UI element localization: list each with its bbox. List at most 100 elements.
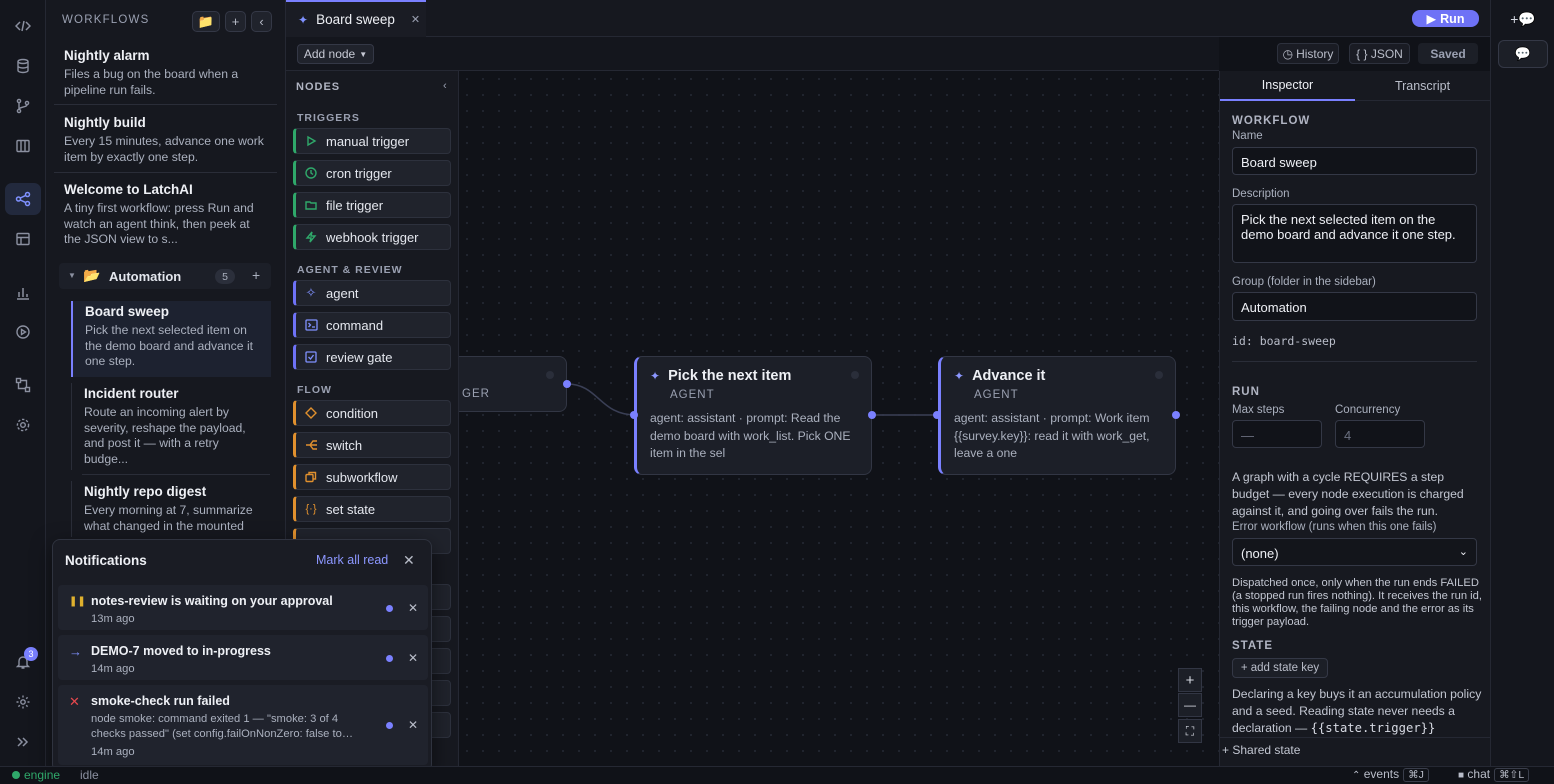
board-icon[interactable] [5,130,41,162]
notification-title: notes-review is waiting on your approval [91,594,333,608]
palette-command[interactable]: command [293,312,451,338]
palette-label: switch [326,437,363,453]
palette-label: set state [326,501,376,517]
fit-view-button[interactable]: ⛶ [1178,719,1202,743]
dismiss-icon[interactable]: ✕ [408,651,418,665]
tab-board-sweep[interactable]: ✦ Board sweep ✕ [286,0,426,37]
graph-node-trigger[interactable]: GER [459,356,567,412]
palette-subworkflow[interactable]: subworkflow [293,464,451,490]
run-caption: RUN [1232,386,1260,398]
chevron-left-icon: ‹ [259,14,264,29]
folder-automation[interactable]: ▼ 📂 Automation 5 + [59,263,271,289]
palette-webhook-trigger[interactable]: webhook trigger [293,224,451,250]
folder-icon [296,199,326,211]
notification-item[interactable]: ✕ smoke-check run failed node smoke: com… [58,685,428,765]
section-flow: FLOW [297,384,332,396]
input-port[interactable] [630,411,638,419]
workflow-item[interactable]: Nightly build Every 15 minutes, advance … [54,111,277,169]
pipeline-icon[interactable] [5,369,41,401]
input-port[interactable] [933,411,941,419]
layout-icon[interactable] [5,223,41,255]
description-textarea[interactable]: Pick the next selected item on the demo … [1232,204,1477,263]
add-node-button[interactable]: Add node ▼ [297,44,374,64]
dismiss-icon[interactable]: ✕ [408,718,418,732]
workflow-item[interactable]: Nightly repo digest Every morning at 7, … [71,481,271,537]
chat-icon: 💬 [1514,46,1532,61]
code-icon[interactable] [5,10,41,42]
tab-inspector[interactable]: Inspector [1220,71,1355,101]
close-icon[interactable]: ✕ [403,552,415,569]
database-icon[interactable] [5,50,41,82]
tab-label: Board sweep [316,12,395,27]
chat-toggle[interactable]: ■ chat ⌘⇧L [1458,767,1530,782]
json-button[interactable]: { } JSON [1349,43,1410,64]
output-port[interactable] [563,380,571,388]
graph-node-pick-next-item[interactable]: ✦ Pick the next item AGENT agent: assista… [634,356,872,475]
state-caption: STATE [1232,640,1273,652]
workflow-item[interactable]: Nightly alarm Files a bug on the board w… [54,44,277,102]
chart-icon[interactable] [5,277,41,309]
palette-label: file trigger [326,197,384,213]
palette-review-gate[interactable]: review gate [293,344,451,370]
chat-button[interactable]: 💬 [1498,40,1548,68]
workflow-item[interactable]: Incident router Route an incoming alert … [71,383,271,470]
workflow-item[interactable]: Welcome to LatchAI A tiny first workflow… [54,178,277,252]
notification-item[interactable]: ❚❚ notes-review is waiting on your appro… [58,585,428,630]
palette-file-trigger[interactable]: file trigger [293,192,451,218]
saved-label: Saved [1430,46,1466,61]
zoom-out-button[interactable]: — [1178,693,1202,717]
close-icon[interactable]: ✕ [411,13,420,26]
tab-transcript[interactable]: Transcript [1355,71,1490,101]
expand-icon[interactable] [5,726,41,758]
workflow-title: Nightly alarm [64,48,150,63]
shared-state-button[interactable]: + Shared state [1222,743,1300,757]
branch-icon[interactable] [5,90,41,122]
palette-cron-trigger[interactable]: cron trigger [293,160,451,186]
minus-icon: — [1184,698,1196,712]
editor-toolbar: Add node ▼ [286,37,1219,71]
new-folder-button[interactable]: 📁 [192,11,220,32]
palette-set-state[interactable]: {·} set state [293,496,451,522]
max-steps-input[interactable]: — [1232,420,1322,448]
mark-all-read-button[interactable]: Mark all read [316,553,388,567]
history-button[interactable]: ◷ History [1277,43,1339,64]
add-workflow-button[interactable]: + [225,11,246,32]
run-button[interactable]: ▶ Run [1412,10,1479,27]
output-port[interactable] [1172,411,1180,419]
graph-canvas[interactable]: GER ✦ Pick the next item AGENT agent: ass… [459,71,1219,761]
divider [1232,361,1477,362]
node-status-dot [851,371,859,379]
name-input[interactable]: Board sweep [1232,147,1477,175]
concurrency-input[interactable]: 4 [1335,420,1425,448]
terminal-icon [296,319,326,331]
palette-agent[interactable]: ✧ agent [293,280,451,306]
add-to-folder-button[interactable]: + [252,267,260,283]
notification-item[interactable]: → DEMO-7 moved to in-progress 14m ago ✕ [58,635,428,680]
workflow-item-board-sweep[interactable]: Board sweep Pick the next selected item … [71,301,271,377]
workflow-title: Nightly build [64,115,146,130]
folder-name: Automation [109,269,182,284]
workflow-icon[interactable] [5,183,41,215]
error-workflow-select[interactable]: (none) ⌄ [1232,538,1477,566]
play-circle-icon[interactable] [5,316,41,348]
zoom-in-button[interactable]: + [1178,668,1202,692]
shared-state-bar: + Shared state [1220,737,1490,766]
group-input[interactable]: Automation [1232,292,1477,321]
json-label: { } JSON [1356,46,1403,61]
dismiss-icon[interactable]: ✕ [408,601,418,615]
palette-switch[interactable]: switch [293,432,451,458]
new-chat-button[interactable]: +💬 [1498,5,1548,33]
palette-condition[interactable]: condition [293,400,451,426]
output-port[interactable] [868,411,876,419]
split-icon [296,439,326,451]
palette-manual-trigger[interactable]: manual trigger [293,128,451,154]
tab-bar: ✦ Board sweep ✕ ▶ Run [286,0,1490,37]
max-steps-label: Max steps [1232,404,1285,416]
add-state-key-button[interactable]: + add state key [1232,658,1328,678]
chevron-left-icon[interactable]: ‹ [443,80,447,92]
collapse-sidebar-button[interactable]: ‹ [251,11,272,32]
gear-icon[interactable] [5,686,41,718]
settings-icon[interactable] [5,409,41,441]
graph-node-advance-it[interactable]: ✦ Advance it AGENT agent: assistant · pro… [938,356,1176,475]
events-toggle[interactable]: ⌃ events ⌘J [1352,767,1429,782]
